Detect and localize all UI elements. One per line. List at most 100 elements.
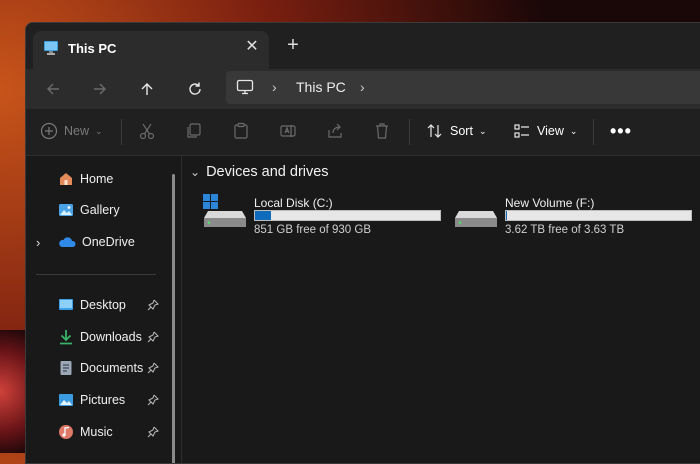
storage-usage-bar <box>254 210 441 221</box>
pin-icon[interactable] <box>147 361 159 379</box>
refresh-button[interactable] <box>179 73 211 105</box>
storage-usage-fill <box>506 211 507 220</box>
more-icon: ••• <box>610 120 632 141</box>
chevron-right-icon[interactable]: › <box>36 235 40 250</box>
breadcrumb-this-pc[interactable]: This PC <box>296 79 346 95</box>
arrow-up-icon <box>141 83 153 95</box>
drive-free-space: 851 GB free of 930 GB <box>254 224 371 236</box>
rename-icon <box>280 125 296 137</box>
download-icon <box>60 330 72 345</box>
more-options-button[interactable]: ••• <box>610 116 632 146</box>
new-button[interactable]: New ⌄ <box>40 116 103 146</box>
toolbar-divider <box>593 119 594 145</box>
drive-name: New Volume (F:) <box>505 196 595 210</box>
chevron-down-icon: ⌄ <box>190 165 201 179</box>
monitor-icon <box>44 41 58 55</box>
sidebar-item-documents[interactable]: Documents <box>58 357 143 379</box>
close-tab-button[interactable]: ✕ <box>241 36 263 58</box>
chevron-right-icon[interactable]: › <box>272 79 277 95</box>
sidebar-item-gallery[interactable]: Gallery <box>58 199 120 221</box>
view-label: View <box>537 124 564 138</box>
drive-item-f[interactable]: New Volume (F:) 3.62 TB free of 3.63 TB <box>454 194 694 244</box>
delete-button[interactable] <box>373 116 391 146</box>
sidebar-item-desktop[interactable]: Desktop <box>58 294 126 316</box>
refresh-icon <box>189 82 201 95</box>
drive-item-c[interactable]: Local Disk (C:) 851 GB free of 930 GB <box>203 194 443 244</box>
back-button[interactable] <box>37 73 69 105</box>
pin-icon[interactable] <box>147 393 159 411</box>
drive-name: Local Disk (C:) <box>254 196 333 210</box>
document-icon <box>60 361 72 375</box>
address-bar[interactable]: › This PC › <box>226 71 700 104</box>
sidebar-item-label: Desktop <box>80 298 126 312</box>
drive-free-space: 3.62 TB free of 3.63 TB <box>505 224 625 236</box>
command-bar: New ⌄ Sort ⌄ View ⌄ ••• <box>26 109 700 156</box>
chevron-down-icon: ⌄ <box>478 125 487 136</box>
trash-icon <box>376 123 388 139</box>
tab-bar: This PC ✕ + <box>26 23 700 69</box>
monitor-outline-icon <box>236 79 254 95</box>
music-icon <box>59 425 73 439</box>
home-icon <box>60 173 72 185</box>
devices-section-header[interactable]: ⌄ Devices and drives <box>190 164 329 180</box>
storage-usage-fill <box>255 211 271 220</box>
rename-button[interactable] <box>279 116 297 146</box>
copy-icon <box>187 123 201 138</box>
windows-drive-icon <box>203 194 246 227</box>
file-view: ⌄ Devices and drives Local Disk (C:) 851… <box>181 156 700 463</box>
storage-usage-bar <box>505 210 692 221</box>
plus-icon: + <box>287 34 299 56</box>
pin-icon[interactable] <box>147 298 159 316</box>
pictures-icon <box>59 394 73 406</box>
navigation-pane: Home Gallery › OneDrive Desktop Download… <box>26 156 181 463</box>
sort-button[interactable]: Sort ⌄ <box>426 116 486 146</box>
toolbar-divider <box>121 119 122 145</box>
sidebar-item-label: Documents <box>80 361 144 375</box>
paste-button[interactable] <box>232 116 250 146</box>
view-list-icon <box>514 124 529 138</box>
pin-icon[interactable] <box>147 330 159 348</box>
sidebar-item-onedrive[interactable]: OneDrive <box>58 231 135 253</box>
chevron-down-icon: ⌄ <box>95 125 103 136</box>
sidebar-divider <box>36 274 156 275</box>
desktop-wallpaper <box>0 330 26 453</box>
chevron-right-icon[interactable]: › <box>360 79 365 95</box>
sidebar-item-label: OneDrive <box>82 235 135 249</box>
gallery-icon <box>59 204 73 216</box>
sort-icon <box>427 124 442 138</box>
tab-title: This PC <box>68 41 117 56</box>
sidebar-item-label: Music <box>80 425 113 439</box>
forward-button[interactable] <box>84 73 116 105</box>
new-tab-button[interactable]: + <box>282 35 304 57</box>
arrow-left-icon <box>47 83 59 95</box>
file-explorer-window: This PC ✕ + › This PC › New ⌄ Sort ⌄ Vie… <box>25 22 700 464</box>
sort-label: Sort <box>450 124 473 138</box>
share-button[interactable] <box>326 116 344 146</box>
sidebar-scrollbar[interactable] <box>172 174 175 463</box>
up-button[interactable] <box>131 73 163 105</box>
cut-button[interactable] <box>138 116 156 146</box>
hard-drive-icon <box>455 211 497 227</box>
sidebar-item-label: Pictures <box>80 393 126 407</box>
onedrive-cloud-icon <box>59 237 76 247</box>
sidebar-item-downloads[interactable]: Downloads <box>58 326 142 348</box>
plus-circle-icon <box>40 122 58 140</box>
clipboard-icon <box>234 122 248 139</box>
copy-button[interactable] <box>185 116 203 146</box>
chevron-down-icon: ⌄ <box>569 125 578 136</box>
sidebar-item-home[interactable]: Home <box>58 168 113 190</box>
sidebar-item-label: Gallery <box>80 203 120 217</box>
sidebar-item-pictures[interactable]: Pictures <box>58 389 125 411</box>
view-button[interactable]: View ⌄ <box>513 116 577 146</box>
sidebar-item-music[interactable]: Music <box>58 421 113 443</box>
sidebar-item-label: Home <box>80 172 114 186</box>
navigation-bar: › This PC › <box>26 69 700 109</box>
close-icon: ✕ <box>245 38 259 55</box>
new-label: New <box>64 124 90 138</box>
share-icon <box>328 123 342 138</box>
tab-this-pc[interactable]: This PC ✕ <box>33 31 269 69</box>
toolbar-divider <box>409 119 410 145</box>
desktop-icon <box>59 299 73 310</box>
sidebar-item-label: Downloads <box>80 330 142 344</box>
pin-icon[interactable] <box>147 425 159 443</box>
